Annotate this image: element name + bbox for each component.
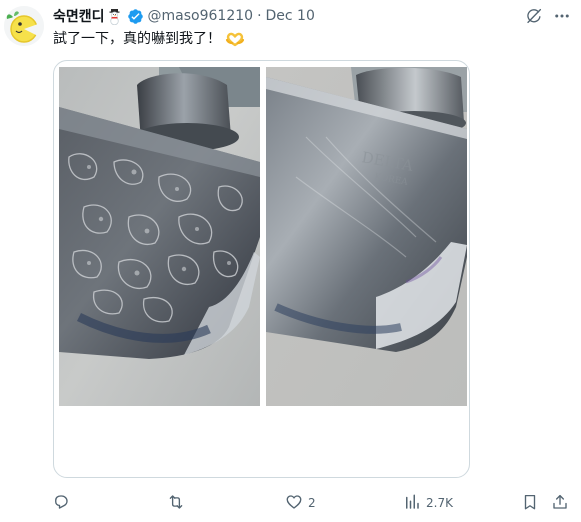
avatar[interactable] bbox=[4, 6, 44, 46]
post-header: 숙면캔디 @maso961210 · Dec 10 bbox=[53, 6, 315, 26]
like-count: 2 bbox=[308, 496, 316, 510]
faucet-after-photo[interactable]: DELTA KOREA bbox=[266, 67, 467, 406]
repost-button[interactable] bbox=[166, 490, 191, 516]
faucet-before-photo[interactable] bbox=[59, 67, 260, 406]
bookmark-button[interactable] bbox=[521, 490, 539, 516]
like-icon bbox=[285, 493, 303, 514]
display-name[interactable]: 숙면캔디 bbox=[53, 6, 105, 26]
reply-icon bbox=[52, 493, 70, 514]
share-button[interactable] bbox=[551, 490, 569, 516]
grok-icon[interactable] bbox=[524, 6, 544, 26]
like-button[interactable]: 2 bbox=[285, 490, 316, 516]
action-bar: 2 2.7K bbox=[0, 490, 581, 516]
repost-icon bbox=[166, 493, 186, 514]
views-icon bbox=[403, 493, 421, 514]
views-count: 2.7K bbox=[426, 496, 453, 510]
share-icon bbox=[551, 493, 569, 514]
views-button[interactable]: 2.7K bbox=[403, 490, 453, 516]
media-card[interactable]: DELTA KOREA bbox=[53, 60, 470, 478]
lemon-face-icon bbox=[4, 6, 44, 46]
verified-badge-icon bbox=[127, 8, 144, 25]
author-handle[interactable]: @maso961210 bbox=[148, 8, 254, 24]
post-text-row: 試了一下，真的嚇到我了！ bbox=[53, 29, 245, 49]
more-icon[interactable] bbox=[552, 6, 572, 26]
snowman-icon bbox=[106, 8, 123, 25]
bookmark-icon bbox=[521, 493, 539, 514]
reply-button[interactable] bbox=[52, 490, 75, 516]
post-text: 試了一下，真的嚇到我了！ bbox=[53, 31, 221, 47]
heart-hands-icon bbox=[225, 31, 245, 47]
separator-dot: · bbox=[257, 8, 262, 24]
post-date[interactable]: Dec 10 bbox=[266, 8, 315, 24]
